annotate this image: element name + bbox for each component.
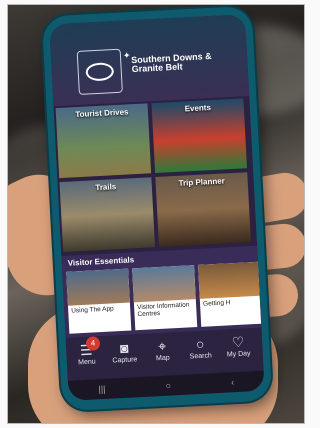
phone: ✦ Southern Downs & Granite Belt Tourist … bbox=[41, 5, 273, 412]
logo-badge bbox=[76, 48, 123, 95]
tile-label: Trip Planner bbox=[178, 176, 225, 188]
map-pin-icon: ⌖ bbox=[157, 337, 167, 355]
photo: ✦ Southern Downs & Granite Belt Tourist … bbox=[7, 4, 305, 424]
card-label: Visitor Information Centres bbox=[136, 301, 190, 319]
card-using-the-app[interactable]: Using The App bbox=[66, 268, 132, 334]
swirl-logo-icon bbox=[85, 62, 115, 82]
nav-label: Menu bbox=[78, 358, 96, 367]
nav-label: Map bbox=[155, 354, 170, 363]
tile-label: Trails bbox=[95, 182, 117, 193]
brand-name: Southern Downs & Granite Belt bbox=[130, 50, 212, 75]
nav-label: Capture bbox=[112, 356, 138, 365]
card-label: Getting H bbox=[202, 299, 231, 308]
app-header: ✦ Southern Downs & Granite Belt bbox=[49, 14, 250, 107]
card-image bbox=[132, 265, 196, 303]
nav-capture[interactable]: ◙ Capture bbox=[106, 338, 143, 365]
home-icon[interactable]: ○ bbox=[165, 381, 171, 391]
tile-label: Events bbox=[184, 103, 212, 114]
tile-tourist-drives[interactable]: Tourist Drives bbox=[55, 103, 152, 179]
recent-apps-icon[interactable]: ||| bbox=[98, 384, 106, 394]
sparkle-icon: ✦ bbox=[122, 50, 131, 61]
tile-label: Tourist Drives bbox=[75, 107, 129, 120]
nav-my-day[interactable]: ♡ My Day bbox=[220, 332, 257, 359]
section-title: Visitor Essentials bbox=[67, 255, 135, 268]
card-visitor-information[interactable]: Visitor Information Centres bbox=[132, 265, 198, 331]
back-icon[interactable]: ‹ bbox=[231, 377, 235, 387]
tile-trip-planner[interactable]: Trip Planner bbox=[155, 172, 251, 247]
phone-screen: ✦ Southern Downs & Granite Belt Tourist … bbox=[49, 14, 265, 401]
nav-search[interactable]: ○ Search bbox=[182, 334, 219, 361]
visitor-essentials: Visitor Essentials Using The App Visitor… bbox=[61, 245, 262, 338]
card-image bbox=[66, 268, 130, 306]
card-label: Using The App bbox=[71, 305, 114, 315]
nav-label: Search bbox=[189, 352, 213, 361]
tile-trails[interactable]: Trails bbox=[59, 177, 156, 252]
search-icon: ○ bbox=[195, 335, 205, 353]
camera-icon: ◙ bbox=[119, 339, 129, 357]
nav-label: My Day bbox=[226, 350, 251, 359]
nav-menu[interactable]: ☰ 4 Menu bbox=[68, 336, 105, 367]
card-image bbox=[198, 261, 260, 299]
tile-events[interactable]: Events bbox=[151, 98, 248, 174]
heart-icon: ♡ bbox=[231, 333, 245, 351]
nav-map[interactable]: ⌖ Map bbox=[144, 336, 181, 363]
card-getting-here[interactable]: Getting H bbox=[198, 261, 262, 327]
